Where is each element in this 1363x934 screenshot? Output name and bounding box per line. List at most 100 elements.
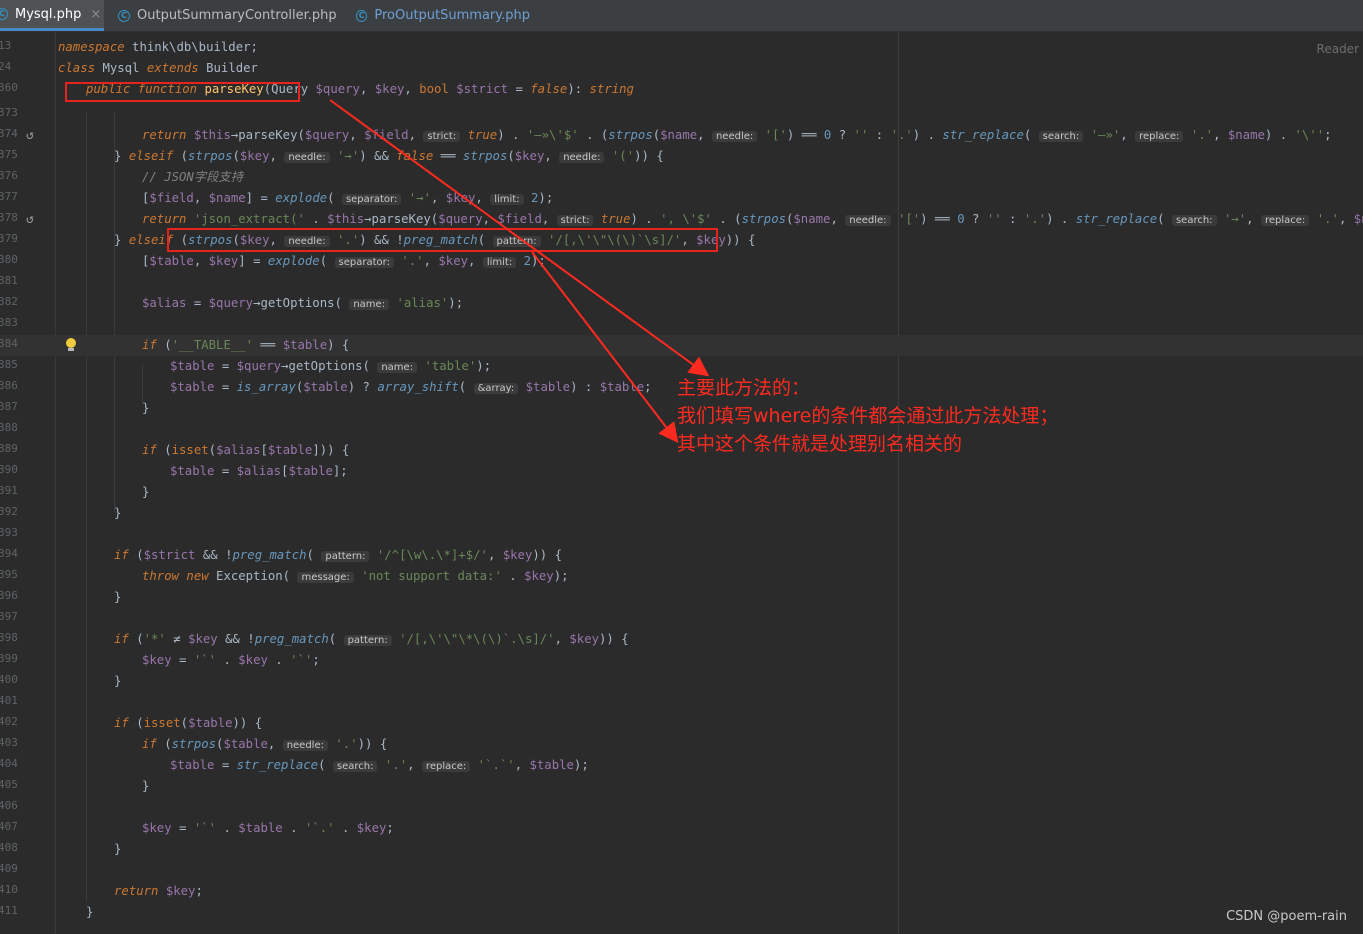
code-line: 406 xyxy=(0,797,1363,818)
close-icon[interactable]: × xyxy=(90,7,101,22)
line-number: 403 xyxy=(0,736,18,749)
code-text: } xyxy=(142,401,150,415)
code-line: 407 $key = '`' . $table . '`.' . $key; xyxy=(0,818,1363,839)
line-number: 411 xyxy=(0,904,18,917)
line-number: 374 xyxy=(0,127,18,140)
code-line: 374 ↺ return $this→parseKey($query, $fie… xyxy=(0,125,1363,146)
line-number: 385 xyxy=(0,358,18,371)
tab-prooutputsummary[interactable]: C ProOutputSummary.php xyxy=(350,0,530,31)
code-text: $alias = $query→getOptions( name: 'alias… xyxy=(142,296,464,310)
code-line: 396 } xyxy=(0,587,1363,608)
line-number: 389 xyxy=(0,442,18,455)
code-text: return $key; xyxy=(114,884,203,898)
code-line: 383 xyxy=(0,314,1363,335)
code-text: } xyxy=(86,905,94,919)
code-line: 409 xyxy=(0,860,1363,881)
code-text: class Mysql extends Builder xyxy=(58,61,258,75)
tab-label: ProOutputSummary.php xyxy=(374,8,530,23)
code-line: 402 if (isset($table)) { xyxy=(0,713,1363,734)
code-line: 373 xyxy=(0,104,1363,125)
code-text: throw new Exception( message: 'not suppo… xyxy=(142,569,569,583)
tab-label: Mysql.php xyxy=(15,6,82,22)
line-number: 373 xyxy=(0,106,18,119)
line-number: 391 xyxy=(0,484,18,497)
line-number: 392 xyxy=(0,505,18,518)
line-number: 382 xyxy=(0,295,18,308)
code-line: 401 xyxy=(0,692,1363,713)
line-number: 24 xyxy=(0,60,12,73)
line-number: 384 xyxy=(0,337,18,350)
php-class-icon: C xyxy=(118,9,130,22)
code-editor[interactable]: Reader 13 namespace think\db\builder; 24… xyxy=(0,32,1363,934)
code-line: 411 } xyxy=(0,902,1363,923)
line-number: 397 xyxy=(0,610,18,623)
line-number: 396 xyxy=(0,589,18,602)
annotation-line-3: 其中这个条件就是处理别名相关的 xyxy=(677,433,963,455)
code-line: 395 throw new Exception( message: 'not s… xyxy=(0,566,1363,587)
line-number: 402 xyxy=(0,715,18,728)
php-class-icon: C xyxy=(356,9,368,22)
tab-label: OutputSummaryController.php xyxy=(137,8,337,23)
code-text: if ('__TABLE__' ══ $table) { xyxy=(142,338,350,352)
code-text: return 'json_extract(' . $this→parseKey(… xyxy=(142,212,1363,226)
line-number: 379 xyxy=(0,232,18,245)
line-number: 395 xyxy=(0,568,18,581)
code-text: if ('*' ≠ $key && !preg_match( pattern: … xyxy=(114,632,629,646)
code-text: // JSON字段支持 xyxy=(142,170,244,184)
code-line: 408 } xyxy=(0,839,1363,860)
code-line: 394 if ($strict && !preg_match( pattern:… xyxy=(0,545,1363,566)
code-line: 410 return $key; xyxy=(0,881,1363,902)
code-text: $key = '`' . $key . '`'; xyxy=(142,653,320,667)
line-number: 383 xyxy=(0,316,18,329)
line-number: 394 xyxy=(0,547,18,560)
code-line: 403 if (strpos($table, needle: '.')) { xyxy=(0,734,1363,755)
code-line: 392 } xyxy=(0,503,1363,524)
code-text: } xyxy=(114,506,122,520)
code-text: [$field, $name] = explode( separator: '→… xyxy=(142,191,554,205)
code-line: 378 ↺ return 'json_extract(' . $this→par… xyxy=(0,209,1363,230)
line-number: 388 xyxy=(0,421,18,434)
php-class-icon: C xyxy=(0,8,8,20)
code-text: $table = $alias[$table]; xyxy=(170,464,348,478)
annotation-line-1: 主要此方法的： xyxy=(677,377,811,399)
editor-tab-bar: C Mysql.php × C OutputSummaryController.… xyxy=(0,0,1363,32)
code-text: $key = '`' . $table . '`.' . $key; xyxy=(142,821,394,835)
code-text: namespace think\db\builder; xyxy=(58,40,258,54)
tab-mysql-php[interactable]: C Mysql.php × xyxy=(0,0,104,31)
code-text: $table = str_replace( search: '.', repla… xyxy=(170,758,589,772)
recursive-call-icon[interactable]: ↺ xyxy=(26,128,34,143)
code-line: 24 class Mysql extends Builder xyxy=(0,58,1363,79)
line-number: 401 xyxy=(0,694,18,707)
code-line-current: 384 if ('__TABLE__' ══ $table) { xyxy=(0,335,1363,356)
code-text: if ($strict && !preg_match( pattern: '/^… xyxy=(114,548,562,562)
code-line: 375 } elseif (strpos($key, needle: '→') … xyxy=(0,146,1363,167)
code-text: if (isset($table)) { xyxy=(114,716,263,730)
line-number: 387 xyxy=(0,400,18,413)
code-text: } xyxy=(114,842,122,856)
line-number: 406 xyxy=(0,799,18,812)
code-line: 397 xyxy=(0,608,1363,629)
lightbulb-icon[interactable] xyxy=(66,338,76,351)
code-text: if (strpos($table, needle: '.')) { xyxy=(142,737,388,751)
line-number: 404 xyxy=(0,757,18,770)
line-number: 390 xyxy=(0,463,18,476)
code-line: 376 // JSON字段支持 xyxy=(0,167,1363,188)
line-number: 407 xyxy=(0,820,18,833)
line-number: 400 xyxy=(0,673,18,686)
code-line: 381 xyxy=(0,272,1363,293)
line-number: 375 xyxy=(0,148,18,161)
code-text: [$table, $key] = explode( separator: '.'… xyxy=(142,254,546,268)
code-line: 390 $table = $alias[$table]; xyxy=(0,461,1363,482)
code-text: if (isset($alias[$table])) { xyxy=(142,443,350,457)
code-text: } xyxy=(142,779,150,793)
line-number: 13 xyxy=(0,39,12,52)
code-line: 377 [$field, $name] = explode( separator… xyxy=(0,188,1363,209)
code-text: $table = is_array($table) ? array_shift(… xyxy=(170,380,652,394)
code-line: 405 } xyxy=(0,776,1363,797)
recursive-call-icon[interactable]: ↺ xyxy=(26,212,34,227)
tab-outputsummarycontroller[interactable]: C OutputSummaryController.php xyxy=(112,0,342,31)
code-line: 400 } xyxy=(0,671,1363,692)
code-line: 393 xyxy=(0,524,1363,545)
code-line: 382 $alias = $query→getOptions( name: 'a… xyxy=(0,293,1363,314)
code-text: return $this→parseKey($query, $field, st… xyxy=(142,128,1332,142)
